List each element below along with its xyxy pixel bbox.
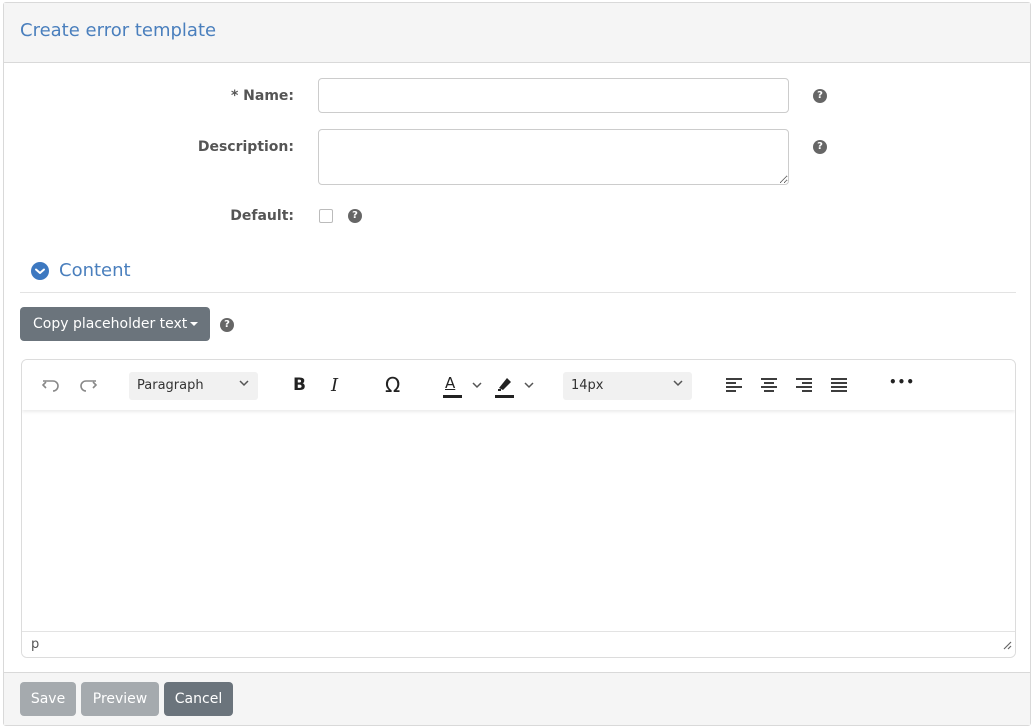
chevron-down-icon [471, 376, 483, 395]
page-title: Create error template [20, 20, 217, 41]
default-help-icon[interactable]: ? [348, 209, 362, 223]
undo-icon[interactable] [40, 374, 62, 400]
default-label: Default: [230, 208, 294, 224]
chevron-down-icon [238, 377, 250, 393]
more-options-icon[interactable]: ••• [889, 375, 915, 401]
rich-text-editor: Paragraph B I Ω A 14px ••• p [21, 359, 1016, 658]
align-center-icon[interactable] [760, 377, 778, 403]
copy-placeholder-text-button[interactable]: Copy placeholder text [20, 307, 210, 341]
preview-button[interactable]: Preview [81, 682, 159, 716]
panel-footer: Save Preview Cancel [4, 672, 1030, 725]
editor-statusbar: p [22, 631, 1015, 657]
chevron-down-icon [523, 376, 535, 395]
font-size-select[interactable]: 14px [563, 372, 692, 400]
highlight-color-button[interactable] [495, 374, 539, 400]
cancel-button[interactable]: Cancel [164, 682, 233, 716]
content-section-header[interactable]: Content [20, 258, 1016, 293]
default-checkbox[interactable] [319, 209, 333, 223]
redo-icon[interactable] [77, 374, 99, 400]
highlight-swatch [495, 395, 514, 398]
content-section-title: Content [59, 260, 131, 281]
block-format-value: Paragraph [137, 378, 204, 393]
create-error-template-panel: Create error template * Name: ? Descript… [3, 2, 1031, 726]
caret-down-icon [189, 317, 199, 333]
panel-header: Create error template [4, 3, 1030, 63]
resize-handle-icon[interactable] [1002, 635, 1012, 654]
copy-placeholder-text-label: Copy placeholder text [33, 316, 188, 332]
align-right-icon[interactable] [795, 377, 813, 403]
block-format-select[interactable]: Paragraph [129, 372, 258, 400]
save-button[interactable]: Save [20, 682, 76, 716]
copy-placeholder-help-icon[interactable]: ? [220, 318, 234, 332]
chevron-down-icon[interactable] [31, 262, 49, 280]
editor-toolbar: Paragraph B I Ω A 14px ••• [22, 360, 1015, 410]
special-character-icon[interactable]: Ω [385, 373, 400, 399]
name-label: * Name: [230, 88, 294, 104]
italic-icon[interactable]: I [331, 375, 338, 401]
text-color-swatch [443, 395, 462, 398]
name-help-icon[interactable]: ? [813, 89, 827, 103]
element-path[interactable]: p [31, 637, 39, 652]
description-label: Description: [197, 139, 294, 155]
font-size-value: 14px [571, 378, 604, 393]
text-color-icon: A [445, 374, 456, 392]
editor-content-area[interactable] [22, 410, 1015, 632]
text-color-button[interactable]: A [443, 374, 487, 400]
bold-icon[interactable]: B [293, 375, 306, 401]
name-input[interactable] [318, 78, 789, 113]
description-help-icon[interactable]: ? [813, 140, 827, 154]
description-textarea[interactable] [318, 129, 789, 185]
align-justify-icon[interactable] [830, 377, 848, 403]
chevron-down-icon [672, 377, 684, 393]
align-left-icon[interactable] [725, 377, 743, 403]
